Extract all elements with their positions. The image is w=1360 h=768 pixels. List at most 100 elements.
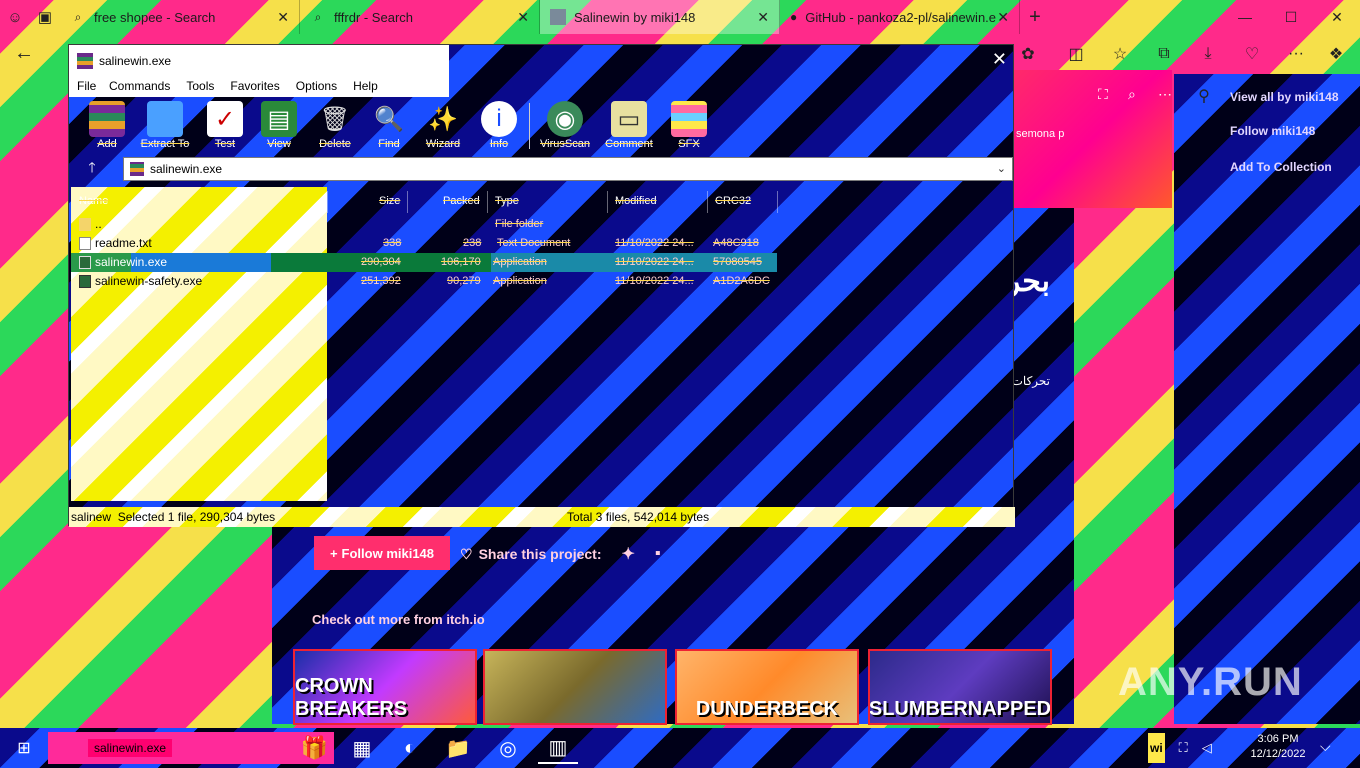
browser-tab[interactable]: ⌕ free shopee - Search ✕: [60, 0, 300, 34]
network-icon[interactable]: ⛶: [1179, 740, 1188, 756]
follow-button[interactable]: + Follow miki148: [314, 536, 450, 570]
file-explorer-icon[interactable]: 📁: [438, 732, 478, 764]
close-icon[interactable]: ✕: [517, 9, 529, 26]
close-window-icon[interactable]: ✕: [1314, 0, 1360, 34]
file-row[interactable]: readme.txt 338 238 Text Document 11/10/2…: [71, 234, 777, 253]
add-button[interactable]: Add: [77, 101, 137, 150]
find-icon: 🔍: [374, 105, 404, 133]
file-row[interactable]: .. File folder: [71, 215, 777, 234]
view-all-link[interactable]: View all by miki148: [1230, 90, 1339, 104]
anyrun-watermark: ANY.RUN: [1118, 660, 1303, 704]
taskbar-search[interactable]: salinewin.exe 🎁: [48, 732, 334, 764]
column-separator[interactable]: [707, 191, 708, 213]
new-tab-button[interactable]: +: [1020, 0, 1050, 34]
windows-start-icon[interactable]: ⊞: [8, 734, 40, 762]
split-screen-icon[interactable]: ◫: [1062, 40, 1090, 68]
menu-options[interactable]: Options: [288, 79, 345, 93]
volume-icon[interactable]: ◁: [1202, 740, 1212, 756]
more-options-icon[interactable]: ···: [1282, 40, 1310, 68]
tab-actions-icon[interactable]: ▣: [30, 0, 60, 34]
menu-file[interactable]: File: [69, 79, 101, 93]
edge-icon[interactable]: ◐: [390, 732, 430, 764]
up-folder-button[interactable]: 🡑: [77, 157, 107, 181]
profile-icon[interactable]: ☺: [0, 0, 30, 34]
file-row[interactable]: salinewin-safety.exe 251,392 90,279 Appl…: [71, 272, 777, 291]
back-arrow-icon[interactable]: ←: [14, 42, 34, 65]
browser-tab[interactable]: ⌕ fffrdr - Search ✕: [300, 0, 540, 34]
column-separator[interactable]: [327, 191, 328, 213]
view-button[interactable]: ▤ View: [249, 101, 309, 150]
firefox-icon[interactable]: ◎: [488, 732, 528, 764]
column-packed[interactable]: Packed: [443, 195, 480, 207]
minimize-icon[interactable]: —: [1222, 0, 1268, 34]
menu-help[interactable]: Help: [345, 79, 386, 93]
add-collection-link[interactable]: Add To Collection: [1230, 160, 1332, 174]
extract-to-button[interactable]: Extract To: [135, 101, 195, 150]
maximize-icon[interactable]: ☐: [1268, 0, 1314, 34]
comment-button[interactable]: ▭ Comment: [599, 101, 659, 150]
winrar-taskbar-icon[interactable]: ▥: [538, 732, 578, 764]
menu-favorites[interactable]: Favorites: [222, 79, 287, 93]
follow-link[interactable]: Follow miki148: [1230, 124, 1315, 138]
info-button[interactable]: i Info: [469, 101, 529, 150]
notification-icon[interactable]: ⌵: [1320, 738, 1331, 755]
chevron-down-icon[interactable]: ⌄: [997, 162, 1006, 175]
path-field[interactable]: salinewin.exe ⌄: [123, 157, 1013, 181]
find-button[interactable]: 🔍 Find: [359, 101, 419, 151]
delete-button[interactable]: 🗑 Delete: [305, 101, 365, 151]
browser-tab[interactable]: ● GitHub - pankoza2-pl/salinewin.e ✕: [780, 0, 1020, 34]
extract-icon: [147, 101, 183, 137]
search-icon[interactable]: ⌕: [1128, 86, 1136, 103]
column-separator[interactable]: [607, 191, 608, 213]
close-icon[interactable]: ✕: [757, 9, 769, 26]
file-size: 338: [383, 237, 402, 249]
column-separator[interactable]: [487, 191, 488, 213]
column-separator[interactable]: [777, 191, 778, 213]
heart-icon[interactable]: ♡: [1238, 40, 1266, 68]
game-card[interactable]: SLUMBERNAPPED: [868, 649, 1052, 725]
file-type: Application: [493, 275, 547, 287]
extensions-icon[interactable]: ✿: [1014, 40, 1042, 68]
crop-icon[interactable]: ⛶: [1098, 86, 1108, 103]
game-card[interactable]: [483, 649, 667, 725]
share-row: ♡ Share this project: ✦ ▪: [460, 544, 661, 564]
close-icon[interactable]: ✕: [992, 49, 1007, 70]
file-modified: 11/10/2022 24...: [615, 237, 694, 249]
browser-tab[interactable]: Salinewin by miki148 ✕: [540, 0, 780, 34]
download-icon[interactable]: ⤓: [1194, 40, 1222, 68]
column-type[interactable]: Type: [495, 195, 519, 207]
close-icon[interactable]: ✕: [997, 9, 1009, 26]
winrar-toolbar: Add Extract To ✓ Test ▤ View 🗑 Delete 🔍 …: [69, 97, 1015, 153]
test-button[interactable]: ✓ Test: [195, 101, 255, 150]
sfx-button[interactable]: SFX: [659, 101, 719, 150]
more-icon[interactable]: ⋯: [1158, 86, 1172, 103]
winrar-titlebar: salinewin.exe ✕: [69, 45, 1015, 97]
menu-tools[interactable]: Tools: [178, 79, 222, 93]
game-title: CROWN BREAKERS: [295, 675, 408, 720]
column-modified[interactable]: Modified: [615, 195, 657, 207]
favorites-icon[interactable]: ☆: [1106, 40, 1134, 68]
clock[interactable]: 3:06 PM 12/12/2022: [1238, 732, 1318, 762]
wizard-button[interactable]: ✨ Wizard: [413, 101, 473, 151]
close-icon[interactable]: ✕: [277, 9, 289, 26]
file-packed: 90,279: [447, 275, 481, 287]
file-row-selected[interactable]: salinewin.exe 290,304 106,170 Applicatio…: [71, 253, 777, 272]
taskbar: ⊞ salinewin.exe 🎁 ▦ ◐ 📁 ◎ ▥ wi ⛶ ◁ 3:06 …: [0, 728, 1360, 768]
column-separator[interactable]: [407, 191, 408, 213]
task-view-icon[interactable]: ▦: [342, 732, 382, 764]
pin-icon[interactable]: ⚲: [1190, 82, 1218, 110]
file-size: 251,392: [361, 275, 401, 287]
tray-app-label[interactable]: wi: [1148, 733, 1165, 763]
game-card[interactable]: DUNDERBECK: [675, 649, 859, 725]
facebook-icon[interactable]: ▪: [655, 545, 661, 563]
menu-commands[interactable]: Commands: [101, 79, 178, 93]
game-card[interactable]: CROWN BREAKERS: [293, 649, 477, 725]
collections-popup: ⛶ ⌕ ⋯ semona p: [1014, 70, 1172, 208]
twitter-icon[interactable]: ✦: [621, 544, 634, 564]
virusscan-button[interactable]: ◉ VirusScan: [535, 101, 595, 150]
column-name[interactable]: Name: [79, 195, 108, 207]
collections-icon[interactable]: ⧉: [1150, 40, 1178, 68]
copilot-icon[interactable]: ❖: [1322, 40, 1350, 68]
column-crc32[interactable]: CRC32: [715, 195, 751, 207]
column-size[interactable]: Size: [379, 195, 400, 207]
